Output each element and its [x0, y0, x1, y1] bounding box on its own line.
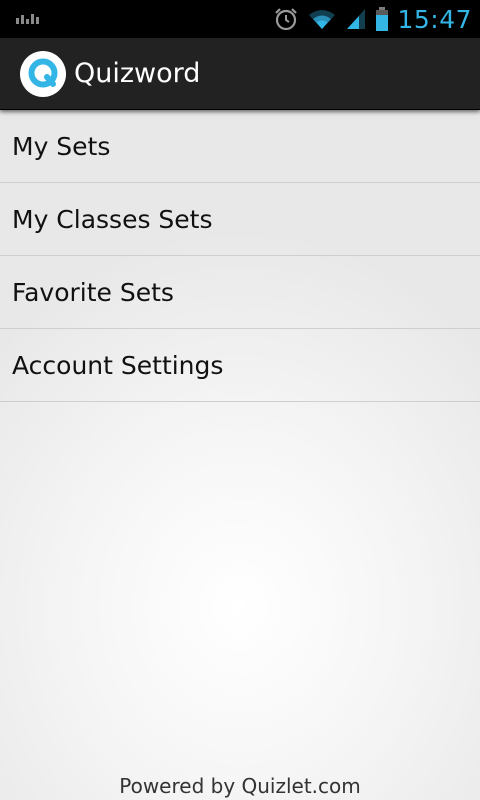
signal-bars-icon — [16, 12, 39, 24]
app-title: Quizword — [74, 58, 201, 89]
menu-item-label: Favorite Sets — [12, 277, 174, 307]
cell-signal-icon — [347, 9, 366, 29]
menu-item-my-classes-sets[interactable]: My Classes Sets — [0, 183, 480, 256]
menu-item-my-sets[interactable]: My Sets — [0, 110, 480, 183]
alarm-icon — [275, 8, 298, 31]
menu-item-label: Account Settings — [12, 350, 224, 380]
status-bar: 15:47 — [0, 0, 480, 38]
powered-by-footer[interactable]: Powered by Quizlet.com — [0, 774, 480, 798]
menu-item-label: My Classes Sets — [12, 204, 213, 234]
main-content: My Sets My Classes Sets Favorite Sets Ac… — [0, 110, 480, 800]
menu-item-favorite-sets[interactable]: Favorite Sets — [0, 256, 480, 329]
menu-item-account-settings[interactable]: Account Settings — [0, 329, 480, 402]
app-logo-icon[interactable] — [20, 50, 66, 97]
menu-list: My Sets My Classes Sets Favorite Sets Ac… — [0, 110, 480, 402]
battery-icon — [376, 7, 389, 31]
menu-item-label: My Sets — [12, 131, 111, 161]
wifi-icon — [309, 10, 336, 29]
status-clock: 15:47 — [397, 4, 472, 34]
action-bar: Quizword — [0, 38, 480, 110]
